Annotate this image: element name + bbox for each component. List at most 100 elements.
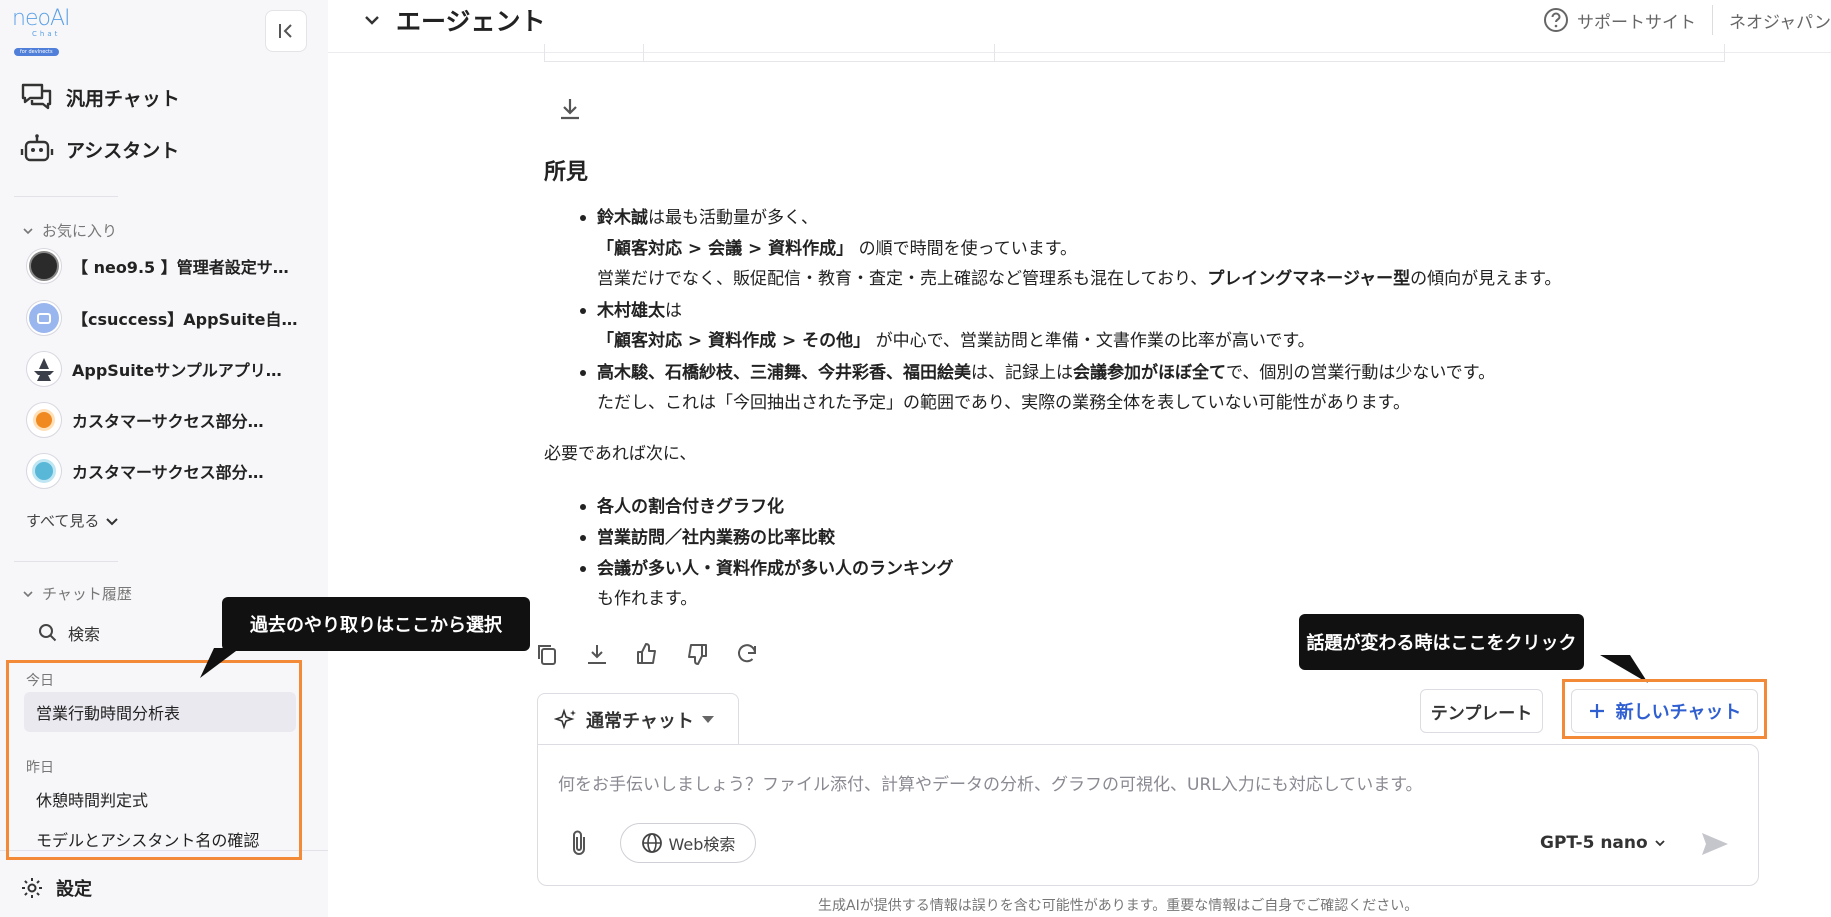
new-chat-callout-text: 話題が変わる時はここをクリック — [1306, 633, 1577, 654]
bullet-text: 会議が多い人・資料作成が多い人のランキング — [597, 559, 954, 579]
new-chat-callout: 話題が変わる時はここをクリック — [1299, 614, 1584, 670]
history-highlight-box — [6, 660, 302, 860]
favorite-item[interactable]: 【csuccess】AppSuite自… — [26, 300, 297, 336]
bullet-text: 高木駿、石橋紗枝、三浦舞、今井彩香、福田絵美は、記録上は会議参加がほぼ全てで、個… — [597, 363, 1496, 383]
bullet — [580, 504, 586, 510]
template-label: テンプレート — [1430, 703, 1533, 724]
model-selector[interactable]: GPT-5 nano — [1540, 833, 1666, 853]
chat-mode-label: 通常チャット — [586, 710, 694, 732]
chevron-down-icon — [23, 227, 33, 234]
favorite-item[interactable]: カスタマーサクセス部分… — [26, 402, 264, 438]
collapse-sidebar-button[interactable] — [265, 10, 307, 52]
chat-input-box[interactable]: 何をお手伝いしましょう？ファイル添付、計算やデータの分析、グラフの可視化、URL… — [537, 744, 1759, 886]
paragraph: 必要であれば次に、 — [544, 444, 697, 464]
bullet-text: 営業訪問／社内業務の比率比較 — [597, 528, 835, 548]
favorites-label: お気に入り — [42, 222, 118, 240]
download-icon[interactable] — [585, 642, 609, 666]
bullet — [580, 566, 586, 572]
nav-general-chat[interactable]: 汎用チャット — [20, 80, 180, 114]
support-site-link[interactable]: サポートサイト — [1577, 8, 1696, 33]
robot-avatar-icon — [26, 300, 62, 336]
chevron-down-icon — [106, 517, 119, 525]
search-icon — [39, 624, 57, 642]
disclaimer: 生成AIが提供する情報は誤りを含む可能性があります。重要な情報はご自身でご確認く… — [818, 898, 1419, 914]
wizard-avatar-icon — [26, 351, 62, 387]
send-icon[interactable] — [1700, 831, 1730, 857]
orb-avatar-icon — [26, 402, 62, 438]
nav-general-chat-label: 汎用チャット — [66, 87, 180, 110]
history-search[interactable]: 検索 — [38, 621, 100, 645]
assistant-avatar — [26, 248, 62, 284]
web-search-button[interactable]: Web検索 — [620, 823, 756, 863]
see-all-label: すべて見る — [26, 512, 100, 530]
bullet-text: 営業だけでなく、販促配信・教育・査定・売上確認など管理系も混在しており、プレイン… — [597, 269, 1562, 289]
history-callout-text: 過去のやり取りはここから選択 — [250, 615, 502, 636]
favorites-header[interactable]: お気に入り — [22, 220, 117, 241]
attach-icon[interactable] — [568, 829, 590, 857]
favorite-item[interactable]: AppSuiteサンプルアプリ… — [26, 351, 282, 387]
message-actions — [535, 642, 759, 666]
nav-assistant[interactable]: アシスタント — [20, 132, 179, 166]
web-search-label: Web検索 — [668, 835, 736, 854]
history-header[interactable]: チャット履歴 — [22, 583, 132, 604]
bullet-text: 木村雄太は — [597, 301, 682, 321]
help-icon — [1544, 8, 1568, 32]
bullet-text: 「顧客対応 > 会議 > 資料作成」 の順で時間を使っています。 — [597, 239, 1078, 259]
favorite-label: 【 neo9.5 】管理者設定サ… — [72, 258, 289, 277]
history-callout: 過去のやり取りはここから選択 — [222, 597, 530, 651]
bullet — [580, 308, 586, 314]
logo-brand: neoAI — [12, 6, 70, 31]
robot-icon — [20, 134, 54, 162]
table-bottom-edge — [544, 44, 1725, 62]
thumbs-down-icon[interactable] — [685, 642, 709, 666]
bullet-text: ただし、これは「今回抽出された予定」の範囲であり、実際の業務全体を表していない可… — [597, 393, 1410, 413]
sidebar-divider — [14, 196, 118, 197]
template-button[interactable]: テンプレート — [1420, 689, 1543, 733]
header-divider — [1712, 5, 1713, 35]
caret-down-icon — [701, 715, 714, 723]
favorite-item[interactable]: 【 neo9.5 】管理者設定サ… — [26, 248, 289, 284]
sparkle-icon — [554, 707, 576, 730]
org-name[interactable]: ネオジャパン — [1729, 8, 1831, 33]
new-chat-highlight-box — [1562, 679, 1767, 739]
callout-pointer — [200, 648, 240, 678]
paragraph: も作れます。 — [597, 589, 698, 609]
header-links: サポートサイト ネオジャパン — [1543, 5, 1831, 35]
app-logo[interactable]: neoAI Chat for devlnects — [12, 6, 78, 56]
download-icon[interactable] — [557, 96, 583, 122]
regenerate-icon[interactable] — [735, 642, 759, 666]
chat-mode-selector[interactable]: 通常チャット — [537, 693, 739, 745]
settings-label: 設定 — [56, 879, 92, 900]
favorite-item[interactable]: カスタマーサクセス部分… — [26, 453, 264, 489]
chevron-down-icon — [23, 590, 33, 597]
model-label: GPT-5 nano — [1540, 833, 1648, 853]
copy-icon[interactable] — [535, 642, 559, 666]
chat-input-placeholder[interactable]: 何をお手伝いしましょう？ファイル添付、計算やデータの分析、グラフの可視化、URL… — [558, 770, 1423, 795]
favorite-label: 【csuccess】AppSuite自… — [72, 310, 298, 329]
search-label: 検索 — [68, 625, 101, 644]
nav-assistant-label: アシスタント — [66, 139, 180, 162]
favorite-label: カスタマーサクセス部分… — [72, 412, 264, 431]
thumbs-up-icon[interactable] — [635, 642, 659, 666]
logo-pill: for devlnects — [14, 48, 59, 56]
bullet-text: 鈴木誠は最も活動量が多く、 — [597, 208, 818, 228]
chevron-down-icon — [365, 16, 379, 25]
favorite-label: AppSuiteサンプルアプリ… — [72, 361, 282, 380]
chat-bubbles-icon — [21, 83, 52, 110]
bullet — [580, 215, 586, 221]
logo-sub: Chat — [32, 30, 61, 38]
sidebar-divider — [14, 561, 118, 562]
bullet — [580, 535, 586, 541]
settings-button[interactable]: 設定 — [20, 875, 92, 901]
history-label: チャット履歴 — [42, 585, 132, 603]
gear-icon — [22, 878, 42, 898]
page-title: エージェント — [396, 7, 546, 36]
globe-icon — [641, 833, 662, 853]
chevron-down-icon — [1655, 840, 1665, 847]
bullet-text: 各人の割合付きグラフ化 — [597, 497, 784, 517]
agent-selector[interactable]: エージェント — [362, 2, 546, 38]
bullet — [580, 370, 586, 376]
findings-heading: 所見 — [544, 160, 589, 185]
bullet-text: 「顧客対応 > 資料作成 > その他」 が中心で、営業訪問と準備・文書作業の比率… — [597, 331, 1315, 351]
see-all-link[interactable]: すべて見る — [26, 510, 119, 531]
